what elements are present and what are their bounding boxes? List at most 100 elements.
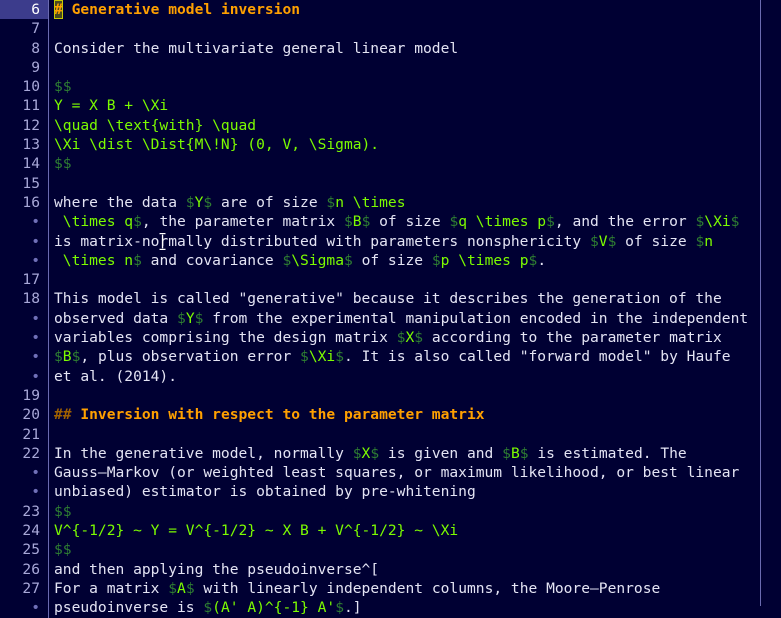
code-token: $ <box>133 251 142 269</box>
gutter-separator <box>48 328 49 348</box>
line-content[interactable]: pseudoinverse is $(A' A)^{-1} A'$.] <box>49 598 781 617</box>
editor-line[interactable]: 22 In the generative model, normally $X$ … <box>0 443 781 464</box>
code-token: $ <box>335 348 344 366</box>
line-content[interactable]: et al. (2014). <box>49 367 781 386</box>
line-number: 14 <box>0 154 48 174</box>
code-token: Generative model inversion <box>62 1 301 18</box>
line-content[interactable]: Consider the multivariate general linear… <box>49 39 781 58</box>
line-content[interactable]: \Xi \dist \Dist{M\!N} (0, V, \Sigma). <box>49 135 781 154</box>
line-number: 17 <box>0 270 48 290</box>
gutter-separator <box>48 173 49 193</box>
line-content[interactable]: \times n$ and covariance $\Sigma$ of siz… <box>49 251 781 270</box>
line-content[interactable]: and then applying the pseudoinverse^[ <box>49 560 781 579</box>
gutter-separator <box>48 385 49 406</box>
line-content[interactable]: is matrix-normally distributed with para… <box>49 232 781 251</box>
code-token: \times q <box>54 213 134 231</box>
line-number: 12 <box>0 115 48 136</box>
code-token: $$ <box>54 78 72 96</box>
text-editor[interactable]: 6 # Generative model inversion 7 8 Consider … <box>0 0 781 618</box>
line-content[interactable]: $$ <box>49 540 781 559</box>
code-token: $ <box>431 251 441 269</box>
editor-line[interactable]: 21 <box>0 424 781 444</box>
line-number: 10 <box>0 77 48 97</box>
editor-line[interactable]: • observed data $Y$ from the experimental… <box>0 308 781 329</box>
line-content[interactable]: $B$, plus observation error $\Xi$. It is… <box>49 347 781 366</box>
editor-line[interactable]: • variables comprising the design matrix … <box>0 328 781 348</box>
code-token: and covariance <box>141 251 283 269</box>
line-content[interactable]: $$ <box>49 502 781 521</box>
code-token: $ <box>185 579 195 597</box>
code-token: Gauss–Markov (or weighted least squares,… <box>54 464 740 482</box>
editor-line[interactable]: • et al. (2014). <box>0 366 781 386</box>
editor-line[interactable]: 7 <box>0 19 781 39</box>
editor-line[interactable]: • pseudoinverse is $(A' A)^{-1} A'$.] <box>0 598 781 618</box>
editor-buffer[interactable]: 6 # Generative model inversion 7 8 Consider … <box>0 0 781 618</box>
editor-line[interactable]: • \times q$, the parameter matrix $B$ of… <box>0 212 781 232</box>
code-token: of size <box>370 213 450 231</box>
editor-line[interactable]: 8 Consider the multivariate general linea… <box>0 38 781 58</box>
editor-line[interactable]: • is matrix-normally distributed with par… <box>0 231 781 251</box>
editor-line[interactable]: 19 <box>0 385 781 406</box>
editor-line[interactable]: 26 and then applying the pseudoinverse^[ <box>0 559 781 579</box>
editor-line[interactable]: 27 For a matrix $A$ with linearly indepen… <box>0 578 781 599</box>
code-token: with linearly independent columns, the M… <box>194 579 661 597</box>
line-content[interactable]: Y = X B + \Xi <box>49 96 781 115</box>
code-token: n \times <box>335 193 406 211</box>
line-content[interactable]: In the generative model, normally $X$ is… <box>49 444 781 463</box>
line-content[interactable]: For a matrix $A$ with linearly independe… <box>49 579 781 598</box>
editor-line[interactable]: 9 <box>0 57 781 78</box>
line-content[interactable]: This model is called "generative" becaus… <box>49 289 781 308</box>
gutter-separator <box>48 77 49 97</box>
gutter-separator <box>48 38 49 58</box>
gutter-separator <box>48 501 49 522</box>
line-wrap-marker: • <box>0 463 48 483</box>
code-token: X <box>405 329 415 347</box>
line-wrap-marker: • <box>0 347 48 367</box>
editor-line[interactable]: 12 \quad \text{with} \quad <box>0 115 781 136</box>
code-token: observed data <box>54 309 178 327</box>
editor-line[interactable]: • unbiased) estimator is obtained by pre-… <box>0 482 781 502</box>
code-token: $ <box>449 213 459 231</box>
line-wrap-marker: • <box>0 212 48 232</box>
editor-line[interactable]: • \times n$ and covariance $\Sigma$ of s… <box>0 250 781 271</box>
code-token: $$ <box>54 502 72 520</box>
line-content[interactable]: observed data $Y$ from the experimental … <box>49 309 781 328</box>
code-token: according to the parameter matrix <box>423 329 722 347</box>
editor-line[interactable]: 16 where the data $Y$ are of size $n \tim… <box>0 192 781 213</box>
line-content[interactable]: unbiased) estimator is obtained by pre-w… <box>49 482 781 501</box>
line-content[interactable]: where the data $Y$ are of size $n \times <box>49 193 781 212</box>
editor-line[interactable]: • Gauss–Markov (or weighted least squares… <box>0 463 781 483</box>
code-token: $ <box>519 444 529 462</box>
line-content[interactable]: \quad \text{with} \quad <box>49 116 781 135</box>
editor-line[interactable]: 17 <box>0 270 781 290</box>
gutter-separator <box>48 270 49 290</box>
gutter-separator <box>48 212 49 232</box>
gutter-separator <box>48 57 49 78</box>
line-content[interactable]: Gauss–Markov (or weighted least squares,… <box>49 463 781 482</box>
editor-line[interactable]: 24 V^{-1/2} ~ Y = V^{-1/2} ~ X B + V^{-1/… <box>0 521 781 541</box>
editor-line[interactable]: 14 $$ <box>0 154 781 174</box>
code-token: (A' A)^{-1} A' <box>212 599 336 617</box>
gutter-separator <box>48 366 49 386</box>
editor-line[interactable]: 15 <box>0 173 781 193</box>
editor-line[interactable]: • $B$, plus observation error $\Xi$. It i… <box>0 347 781 367</box>
editor-line[interactable]: 11 Y = X B + \Xi <box>0 96 781 116</box>
line-content[interactable]: variables comprising the design matrix $… <box>49 328 781 347</box>
line-content[interactable]: $$ <box>49 77 781 96</box>
gutter-separator <box>48 559 49 579</box>
editor-line[interactable]: 6 # Generative model inversion <box>0 0 781 20</box>
line-content[interactable]: V^{-1/2} ~ Y = V^{-1/2} ~ X B + V^{-1/2}… <box>49 521 781 540</box>
editor-line[interactable]: 10 $$ <box>0 77 781 97</box>
line-content[interactable]: ## Inversion with respect to the paramet… <box>49 405 781 424</box>
editor-line[interactable]: 20 ## Inversion with respect to the param… <box>0 405 781 425</box>
editor-line[interactable]: 18 This model is called "generative" beca… <box>0 289 781 309</box>
line-content[interactable]: \times q$, the parameter matrix $B$ of s… <box>49 212 781 231</box>
editor-line[interactable]: 13 \Xi \dist \Dist{M\!N} (0, V, \Sigma). <box>0 135 781 155</box>
line-number: 7 <box>0 19 48 39</box>
editor-line[interactable]: 25 $$ <box>0 540 781 560</box>
code-token: \Xi <box>704 213 731 231</box>
editor-line[interactable]: 23 $$ <box>0 501 781 522</box>
code-token: B <box>352 213 362 231</box>
line-content[interactable]: # Generative model inversion <box>49 0 781 20</box>
line-content[interactable]: $$ <box>49 154 781 173</box>
